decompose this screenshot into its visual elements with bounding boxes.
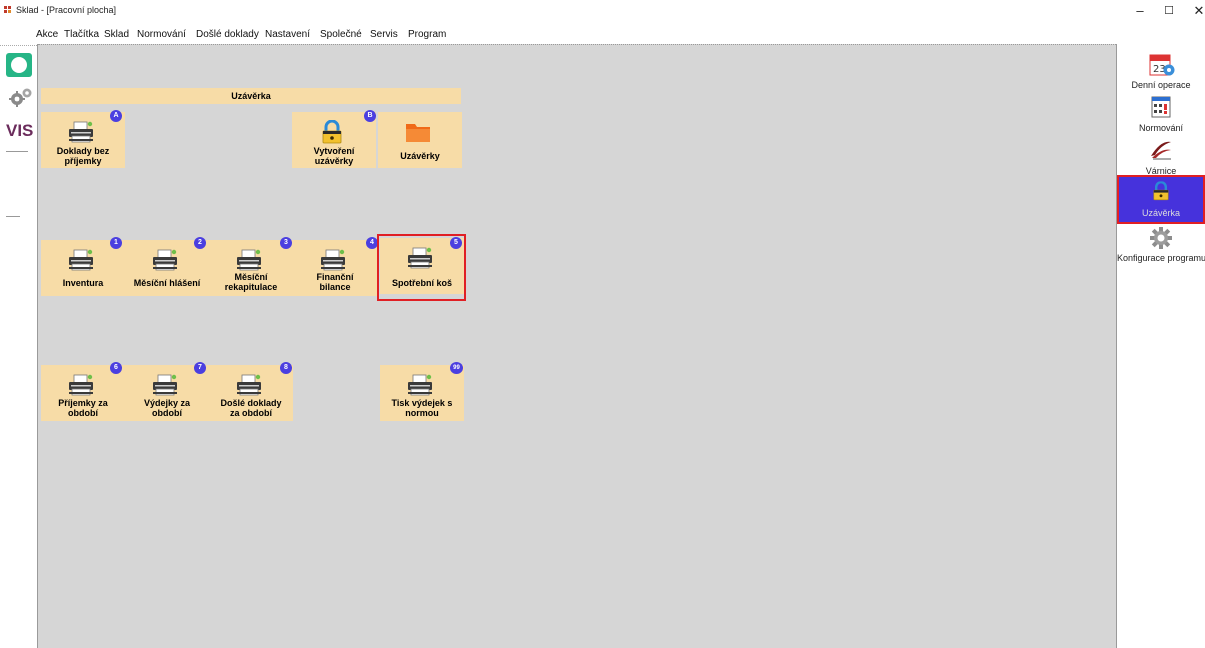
tile-label: Uzávěrky [400,151,440,161]
tile-label: Inventura [62,278,104,288]
vis-logo[interactable]: VIS [6,121,33,141]
menu-sklad[interactable]: Sklad [104,29,129,40]
tile-label: Vytvoření [313,146,355,156]
window-title: Sklad - [Pracovní plocha] [16,5,117,15]
padlock-icon [317,120,347,144]
section-title-uzaverka: Uzávěrka [41,88,461,104]
nav-label: Denní operace [1131,80,1191,90]
printer-icon [234,373,264,397]
calculator-icon [1151,96,1171,118]
tile-tisk-vydejek-s-normou[interactable]: 99 Tisk výdejek s normou [380,362,464,421]
tile-label: normou [405,408,439,418]
tile-label: Výdejky za [143,398,191,408]
printer-icon [150,248,180,272]
printer-icon [318,248,348,272]
tile-label: Tisk výdejek s [391,398,453,408]
printer-icon [66,248,96,272]
shortcut-badge: 99 [450,362,463,374]
printer-icon [66,120,96,144]
shortcut-badge: 2 [194,237,206,249]
printer-icon [66,373,96,397]
shortcut-badge: 6 [110,362,122,374]
tile-label: Měsíční [234,272,268,282]
calendar-icon: 23 [1149,54,1175,76]
circle-app-icon[interactable] [6,53,32,77]
tile-label: rekapitulace [224,282,278,292]
folder-icon [406,124,430,142]
tile-label: období [68,408,98,418]
tile-uzaverky[interactable]: Uzávěrky [378,112,462,168]
printer-icon [405,373,435,397]
nav-denni-operace[interactable]: 23 Denní operace [1117,52,1205,92]
tile-financni-bilance[interactable]: 4 Finanční bilance [293,237,378,296]
title-bar: Sklad - [Pracovní plocha] – ☐ ✕ [0,0,1205,22]
tile-label: Došlé doklady [220,398,282,408]
app-icon [4,6,12,14]
printer-icon [234,248,264,272]
menu-servis[interactable]: Servis [370,29,398,40]
nav-label: Uzávěrka [1141,208,1180,218]
nav-normovani[interactable]: Normování [1117,96,1205,136]
shortcut-badge: B [364,110,376,122]
left-toolbar-divider [0,45,37,46]
tile-inventura[interactable]: 1 Inventura [41,237,125,296]
selection-highlight [377,234,466,301]
padlock-icon [1149,179,1173,203]
tile-label: Doklady bez [56,146,110,156]
maximize-button[interactable]: ☐ [1158,2,1180,20]
printer-icon [150,373,180,397]
gears-icon[interactable] [8,86,34,108]
tile-dosle-doklady-za-obdobi[interactable]: 8 Došlé doklady za období [209,362,293,421]
left-toolbar-separator [6,216,20,217]
tile-label: Finanční [316,272,354,282]
tile-label: za období [230,408,272,418]
varnice-logo-icon [1151,141,1171,160]
desktop-area [38,44,1116,648]
left-toolbar-separator [6,151,28,152]
tile-mesicni-rekapitulace[interactable]: 3 Měsíční rekapitulace [209,237,293,296]
tile-doklady-bez-prijemky[interactable]: A Doklady bez příjemky [41,110,125,168]
tile-mesicni-hlaseni[interactable]: 2 Měsíční hlášení [125,237,209,296]
tile-prijemky-za-obdobi[interactable]: 6 Příjemky za období [41,362,125,421]
menu-tlacitka[interactable]: Tlačítka [64,29,99,40]
menu-normovani[interactable]: Normování [137,29,186,40]
menu-akce[interactable]: Akce [36,29,58,40]
tile-label: období [152,408,182,418]
shortcut-badge: 7 [194,362,206,374]
gear-icon [1150,227,1172,249]
menu-nastaveni[interactable]: Nastavení [265,29,310,40]
nav-konfigurace-programu[interactable]: Konfigurace programu [1117,227,1205,267]
menu-program[interactable]: Program [408,29,446,40]
tile-label: bilance [319,282,351,292]
shortcut-badge: 8 [280,362,292,374]
shortcut-badge: A [110,110,122,122]
close-button[interactable]: ✕ [1188,2,1205,20]
nav-varnice[interactable]: Várnice [1117,138,1205,176]
shortcut-badge: 3 [280,237,292,249]
tile-label: příjemky [64,156,102,166]
menu-bar: Akce Tlačítka Sklad Normování Došlé dokl… [0,26,1205,67]
menu-dosle-doklady[interactable]: Došlé doklady [196,29,259,40]
nav-uzaverka[interactable]: Uzávěrka [1117,178,1205,222]
menu-spolecne[interactable]: Společné [320,29,362,40]
nav-label: Konfigurace programu [1117,253,1205,263]
desktop-top-border [38,44,1116,45]
tile-label: uzávěrky [314,156,354,166]
tile-label: Měsíční hlášení [133,278,201,288]
tile-vydejky-za-obdobi[interactable]: 7 Výdejky za období [125,362,209,421]
shortcut-badge: 1 [110,237,122,249]
tile-vytvoreni-uzaverky[interactable]: B Vytvoření uzávěrky [292,110,376,168]
nav-label: Normování [1138,123,1183,133]
tile-label: Příjemky za [58,398,108,408]
minimize-button[interactable]: – [1129,2,1151,20]
